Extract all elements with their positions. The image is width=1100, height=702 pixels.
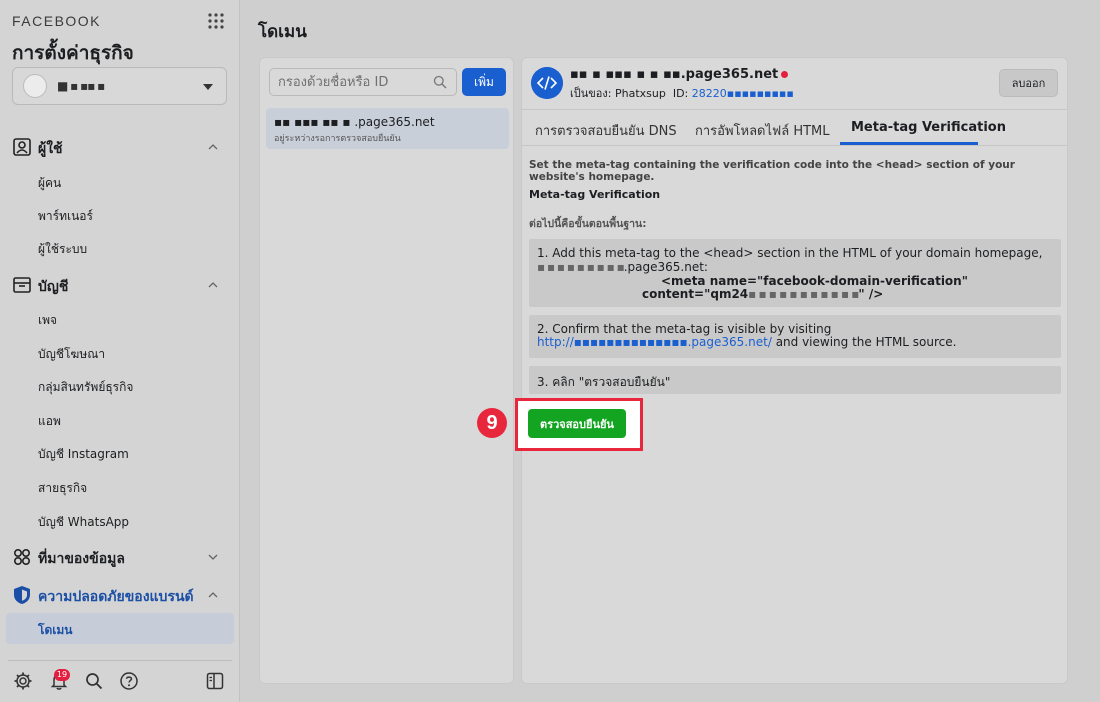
meta-content-suffix: " /> xyxy=(858,287,884,301)
people-icon xyxy=(13,138,31,156)
owner-line: เป็นของ: Phatxsup ID: 28220▪▪▪▪▪▪▪▪▪ xyxy=(570,84,794,102)
status-dot xyxy=(781,71,789,78)
sidebar-item-system-users[interactable]: ผู้ใช้ระบบ xyxy=(38,240,87,259)
data-sources-icon xyxy=(13,548,31,566)
domain-text: ▪▪ ▪ ▪▪▪ ▪ ▪ ▪▪.page365.net xyxy=(570,67,779,82)
step-1-domain: ▪ ▪ ▪ ▪ ▪ ▪ ▪ ▪ ▪.page365.net: xyxy=(537,260,708,274)
apps-grid-icon[interactable] xyxy=(208,13,224,29)
add-domain-button[interactable]: เพิ่ม xyxy=(462,68,506,96)
sidebar-item-people[interactable]: ผู้คน xyxy=(38,174,61,193)
sidebar-section-data-sources[interactable]: ที่มาของข้อมูล xyxy=(12,546,224,568)
blurred-text: ▪ ▪ ▪ ▪ ▪ ▪ ▪ ▪ ▪ ▪ ▪ xyxy=(748,287,859,301)
code-icon xyxy=(531,67,563,99)
sidebar-item-domains[interactable]: โดเมน xyxy=(38,621,72,640)
verify-button[interactable]: ตรวจสอบยืนยัน xyxy=(528,409,626,438)
step-3-text: 3. คลิก "ตรวจสอบยืนยัน" xyxy=(537,375,671,389)
domain-detail-panel: ▪▪ ▪ ▪▪▪ ▪ ▪ ▪▪.page365.net เป็นของ: Pha… xyxy=(521,57,1068,684)
account-name: ■ ▪ ▪▪ ▪ xyxy=(57,79,105,93)
chevron-down-icon xyxy=(208,554,218,560)
sidebar-section-label: ที่มาของข้อมูล xyxy=(38,551,125,567)
owner-label: เป็นของ: xyxy=(570,87,612,100)
homepage-link[interactable]: http://▪▪▪▪▪▪▪▪▪▪▪▪▪▪.page365.net/ xyxy=(537,335,772,349)
step-2-box: 2. Confirm that the meta-tag is visible … xyxy=(529,315,1061,358)
sidebar-item-apps[interactable]: แอพ xyxy=(38,412,61,431)
instructions-intro: Set the meta-tag containing the verifica… xyxy=(529,159,1015,183)
chevron-up-icon xyxy=(208,282,218,288)
divider xyxy=(522,145,1067,146)
domain-suffix: .page365.net: xyxy=(623,260,708,274)
sidebar-item-partners[interactable]: พาร์ทเนอร์ xyxy=(38,207,93,226)
owner-name: Phatxsup xyxy=(614,87,666,100)
domain-name: ▪▪ ▪▪▪ ▪▪ ▪ .page365.net xyxy=(274,115,435,129)
sidebar: FACEBOOK การตั้งค่าธุรกิจ ■ ▪ ▪▪ ▪ ผู้ใช… xyxy=(0,0,240,702)
domain-status: อยู่ระหว่างรอการตรวจสอบยืนยัน xyxy=(274,134,401,144)
sidebar-section-label: บัญชี xyxy=(38,279,69,295)
step-number-badge: 9 xyxy=(477,408,507,438)
step-2-link-line: http://▪▪▪▪▪▪▪▪▪▪▪▪▪▪.page365.net/ and v… xyxy=(537,335,956,349)
id-value[interactable]: 28220▪▪▪▪▪▪▪▪▪ xyxy=(692,87,794,100)
search-icon[interactable] xyxy=(84,671,104,691)
panel-toggle-icon[interactable] xyxy=(205,671,225,691)
domain-list-panel: เพิ่ม ▪▪ ▪▪▪ ▪▪ ▪ .page365.net อยู่ระหว่… xyxy=(259,57,514,684)
meta-tag-line-2: content="qm24▪ ▪ ▪ ▪ ▪ ▪ ▪ ▪ ▪ ▪ ▪" /> xyxy=(642,287,883,301)
sidebar-section-accounts[interactable]: บัญชี xyxy=(12,274,224,296)
section-title: Meta-tag Verification xyxy=(529,188,661,201)
gear-icon[interactable] xyxy=(13,671,33,691)
sidebar-section-users[interactable]: ผู้ใช้ xyxy=(12,136,224,158)
avatar xyxy=(23,74,47,98)
inbox-icon xyxy=(13,277,31,293)
sidebar-section-label: ผู้ใช้ xyxy=(38,141,63,157)
shield-icon xyxy=(14,586,30,604)
tab-dns-verification[interactable]: การตรวจสอบยืนยัน DNS xyxy=(535,120,677,141)
step-2-text: 2. Confirm that the meta-tag is visible … xyxy=(537,322,832,336)
chevron-down-icon xyxy=(203,84,213,90)
page-title: โดเมน xyxy=(258,22,307,42)
step-1-text: 1. Add this meta-tag to the <head> secti… xyxy=(537,246,1043,260)
blurred-text: ▪ ▪ ▪ ▪ ▪ ▪ ▪ ▪ ▪ xyxy=(537,260,625,274)
chevron-up-icon xyxy=(208,144,218,150)
divider xyxy=(522,109,1067,110)
step-2-suffix: and viewing the HTML source. xyxy=(771,335,957,349)
sidebar-item-lines-of-business[interactable]: สายธุรกิจ xyxy=(38,479,87,498)
business-settings-title: การตั้งค่าธุรกิจ xyxy=(12,42,134,64)
detail-domain-name: ▪▪ ▪ ▪▪▪ ▪ ▪ ▪▪.page365.net xyxy=(570,67,789,82)
sidebar-divider xyxy=(8,660,232,661)
sidebar-item-business-asset-groups[interactable]: กลุ่มสินทรัพย์ธุรกิจ xyxy=(38,378,133,397)
meta-tag-line-1: <meta name="facebook-domain-verification… xyxy=(661,274,968,288)
chevron-up-icon xyxy=(208,592,218,598)
business-account-selector[interactable]: ■ ▪ ▪▪ ▪ xyxy=(12,67,227,105)
step-1-box: 1. Add this meta-tag to the <head> secti… xyxy=(529,239,1061,307)
facebook-brand: FACEBOOK xyxy=(12,13,102,29)
sidebar-item-pages[interactable]: เพจ xyxy=(38,311,57,330)
search-icon xyxy=(433,75,447,89)
notification-count-badge: 19 xyxy=(54,669,70,681)
sidebar-section-brand-safety[interactable]: ความปลอดภัยของแบรนด์ xyxy=(12,584,224,606)
help-icon[interactable] xyxy=(119,671,139,691)
sidebar-item-whatsapp-accounts[interactable]: บัญชี WhatsApp xyxy=(38,513,129,532)
step-3-box: 3. คลิก "ตรวจสอบยืนยัน" xyxy=(529,366,1061,394)
sidebar-item-instagram-accounts[interactable]: บัญชี Instagram xyxy=(38,445,129,464)
steps-label: ต่อไปนี้คือขั้นตอนพื้นฐาน: xyxy=(529,218,647,230)
sidebar-section-label: ความปลอดภัยของแบรนด์ xyxy=(38,589,194,605)
sidebar-item-ad-accounts[interactable]: บัญชีโฆษณา xyxy=(38,345,105,364)
meta-content-prefix: content="qm24 xyxy=(642,287,749,301)
remove-domain-button[interactable]: ลบออก xyxy=(999,69,1058,97)
id-label: ID: xyxy=(672,87,689,100)
search-input[interactable] xyxy=(269,68,457,96)
list-item[interactable]: ▪▪ ▪▪▪ ▪▪ ▪ .page365.net อยู่ระหว่างรอกา… xyxy=(266,108,509,149)
tab-html-file-upload[interactable]: การอัพโหลดไฟล์ HTML xyxy=(695,120,830,141)
tab-meta-tag-verification[interactable]: Meta-tag Verification xyxy=(851,120,1006,135)
